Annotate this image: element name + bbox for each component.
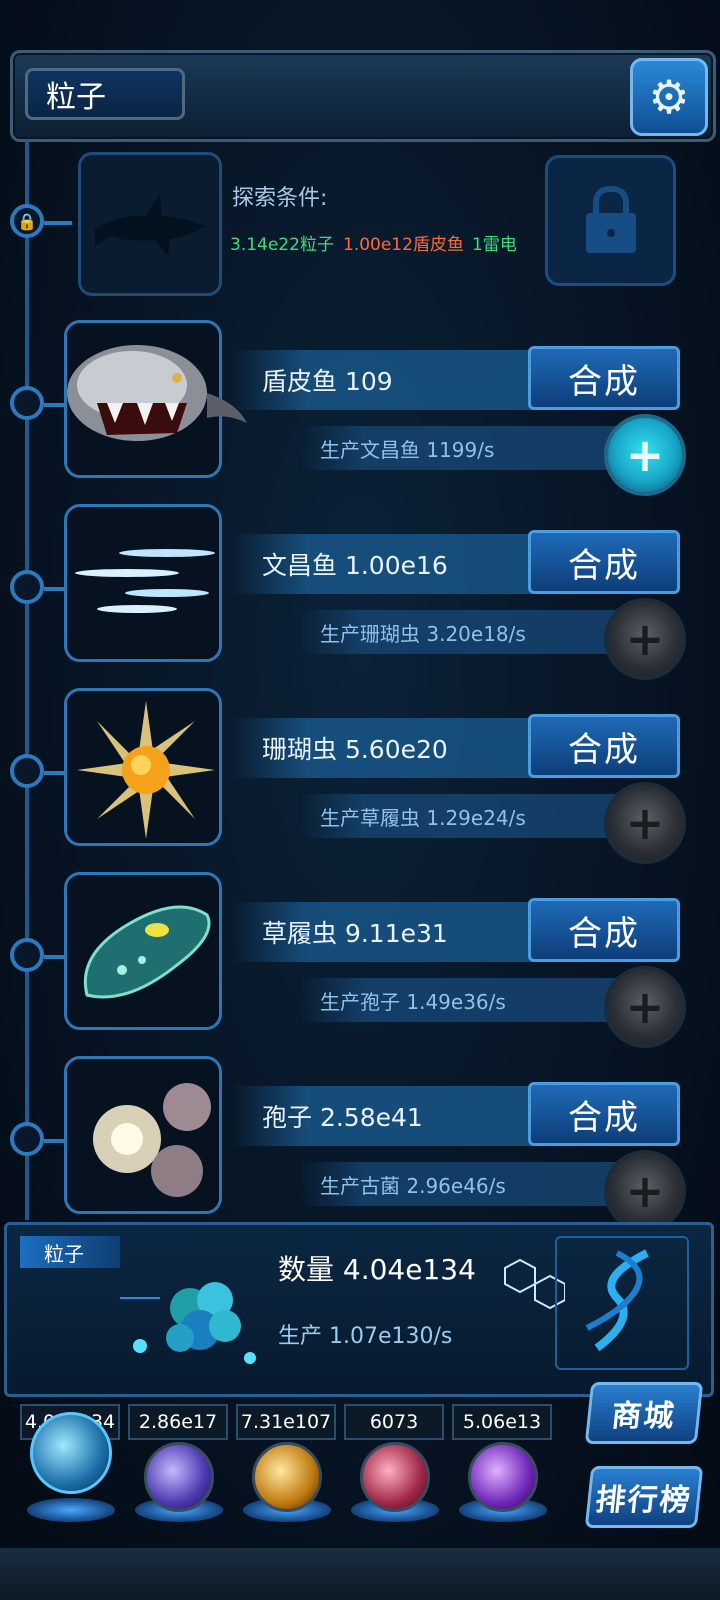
- orb-pedestal: [27, 1498, 115, 1522]
- ranking-label: 排行榜: [593, 1483, 694, 1518]
- creature-name-bar: 文昌鱼 1.00e16: [232, 534, 532, 594]
- creature-thumbnail[interactable]: [64, 688, 222, 846]
- creature-production: 生产古菌 2.96e46/s: [320, 1173, 506, 1198]
- resource-value: 5.06e13: [452, 1404, 552, 1440]
- gear-icon: ⚙: [648, 70, 690, 124]
- upgrade-plus-button[interactable]: +: [604, 782, 686, 864]
- upgrade-plus-button[interactable]: +: [604, 1150, 686, 1232]
- particle-panel-tag-label: 粒子: [44, 1241, 84, 1266]
- particle-orb-icon[interactable]: [30, 1412, 112, 1494]
- synthesize-label: 合成: [568, 545, 640, 586]
- particle-count: 数量 4.04e134: [278, 1253, 476, 1286]
- synthesize-button[interactable]: 合成: [528, 530, 680, 594]
- shop-button[interactable]: 商城: [584, 1382, 704, 1444]
- creature-production-bar: 生产草履虫 1.29e24/s: [300, 794, 620, 838]
- spine-node: [10, 938, 72, 972]
- plus-icon: +: [625, 612, 665, 666]
- resource-value: 2.86e17: [128, 1404, 228, 1440]
- shop-label: 商城: [609, 1399, 678, 1434]
- creature-name-bar: 盾皮鱼 109: [232, 350, 532, 410]
- upgrade-plus-button[interactable]: +: [604, 598, 686, 680]
- spine-node: [10, 754, 72, 788]
- creature-name: 文昌鱼 1.00e16: [262, 551, 448, 580]
- upgrade-plus-button[interactable]: +: [604, 414, 686, 496]
- paramecium-icon: [83, 905, 211, 999]
- page-title: 粒子: [25, 68, 185, 120]
- creature-name-bar: 珊瑚虫 5.60e20: [232, 718, 532, 778]
- ranking-button[interactable]: 排行榜: [584, 1466, 704, 1528]
- locked-button[interactable]: [545, 155, 676, 286]
- plus-icon: +: [625, 428, 665, 482]
- creature-production-bar: 生产古菌 2.96e46/s: [300, 1162, 620, 1206]
- settings-button[interactable]: ⚙: [630, 58, 708, 136]
- creature-name: 珊瑚虫 5.60e20: [262, 735, 448, 764]
- creature-production: 生产文昌鱼 1199/s: [320, 437, 495, 462]
- bottom-frame: [0, 1548, 720, 1600]
- upgrade-plus-button[interactable]: +: [604, 966, 686, 1048]
- lightning-orb-icon[interactable]: [144, 1442, 214, 1512]
- synthesize-label: 合成: [568, 1097, 640, 1138]
- synthesize-button[interactable]: 合成: [528, 1082, 680, 1146]
- lock-icon: [585, 185, 636, 253]
- left-spine-line: [25, 140, 29, 1220]
- particle-panel-tag: 粒子: [20, 1236, 120, 1268]
- resource-value: 7.31e107: [236, 1404, 336, 1440]
- synthesize-button[interactable]: 合成: [528, 714, 680, 778]
- creature-production: 生产孢子 1.49e36/s: [320, 989, 506, 1014]
- creature-thumbnail[interactable]: [64, 1056, 222, 1214]
- resource-value: 6073: [344, 1404, 444, 1440]
- synthesize-button[interactable]: 合成: [528, 898, 680, 962]
- creature-name: 草履虫 9.11e31: [262, 919, 448, 948]
- lock-node-icon: 🔒: [10, 204, 72, 238]
- creature-thumbnail[interactable]: [64, 872, 222, 1030]
- plus-icon: +: [625, 980, 665, 1034]
- vortex-orb-icon[interactable]: [468, 1442, 538, 1512]
- creature-production-bar: 生产珊瑚虫 3.20e18/s: [300, 610, 620, 654]
- particle-cluster-icon: [120, 1282, 256, 1364]
- plus-icon: +: [625, 1164, 665, 1218]
- creature-name: 盾皮鱼 109: [262, 367, 393, 396]
- resource-value-text: 6073: [369, 1411, 419, 1433]
- dna-icon: [585, 1249, 649, 1352]
- dna-button[interactable]: [555, 1236, 689, 1370]
- creature-production: 生产珊瑚虫 3.20e18/s: [320, 621, 526, 646]
- creature-name-bar: 草履虫 9.11e31: [232, 902, 532, 962]
- creature-production-bar: 生产文昌鱼 1199/s: [300, 426, 620, 470]
- spine-node: [10, 1122, 72, 1156]
- spore-icon: [93, 1083, 211, 1197]
- condition-dunkleosteus: 1.00e12盾皮鱼: [343, 235, 464, 255]
- synthesize-button[interactable]: 合成: [528, 346, 680, 410]
- condition-thunder: 1雷电: [472, 235, 517, 255]
- creature-name-bar: 孢子 2.58e41: [232, 1086, 532, 1146]
- plus-icon: +: [625, 796, 665, 850]
- synthesize-label: 合成: [568, 729, 640, 770]
- creature-thumbnail[interactable]: [64, 504, 222, 662]
- condition-particles: 3.14e22粒子: [230, 235, 334, 255]
- creature-thumbnail[interactable]: [64, 320, 247, 478]
- explore-condition-label: 探索条件:: [232, 186, 328, 211]
- resource-value-text: 5.06e13: [462, 1411, 542, 1433]
- resource-value-text: 7.31e107: [240, 1411, 332, 1433]
- creature-production-bar: 生产孢子 1.49e36/s: [300, 978, 620, 1022]
- page-title-text: 粒子: [46, 80, 106, 115]
- nebula-orb-icon[interactable]: [252, 1442, 322, 1512]
- creature-name: 孢子 2.58e41: [262, 1103, 423, 1132]
- particle-production: 生产 1.07e130/s: [278, 1324, 453, 1349]
- spine-node: [10, 570, 72, 604]
- synthesize-label: 合成: [568, 913, 640, 954]
- synthesize-label: 合成: [568, 361, 640, 402]
- brain-orb-icon[interactable]: [360, 1442, 430, 1512]
- coral-polyp-icon: [77, 701, 215, 839]
- resource-value-text: 2.86e17: [138, 1411, 218, 1433]
- shark-silhouette-icon: [95, 194, 205, 256]
- locked-creature-thumbnail: [78, 152, 222, 296]
- lancelet-fish-icon: [75, 549, 215, 613]
- dunkleosteus-fish-icon: [67, 345, 247, 441]
- creature-production: 生产草履虫 1.29e24/s: [320, 805, 526, 830]
